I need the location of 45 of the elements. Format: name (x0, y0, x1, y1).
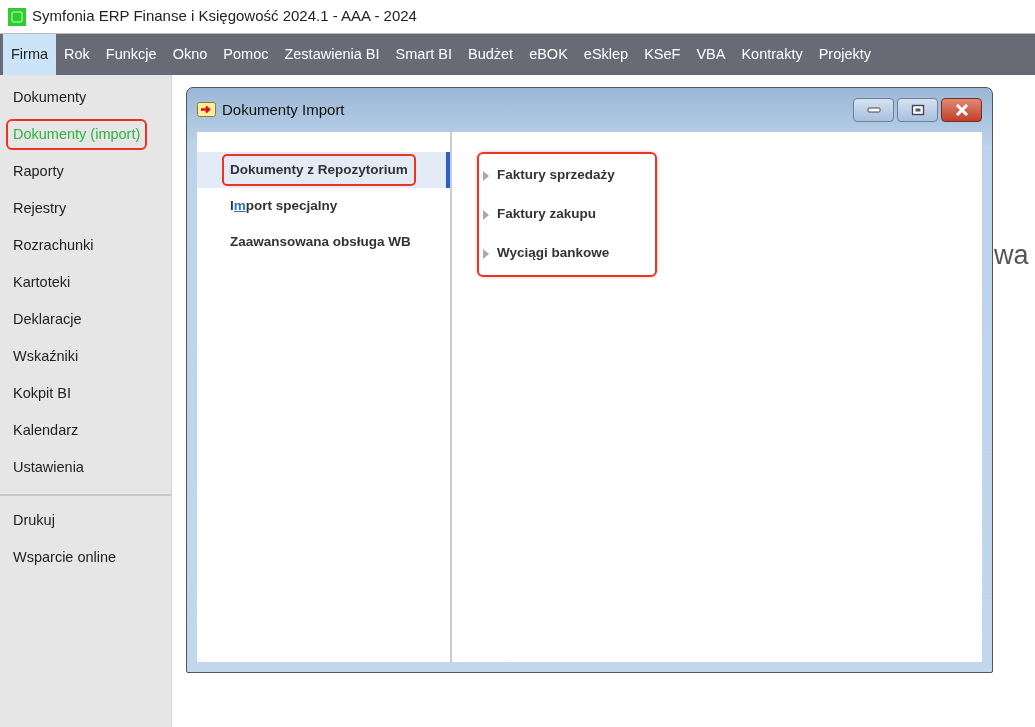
menu-item[interactable]: Projekty (810, 34, 880, 75)
sidebar-item[interactable]: Ustawienia (6, 451, 91, 484)
category-item[interactable]: Zaawansowana obsługa WB (222, 225, 419, 259)
category-item[interactable]: Import specjalny (222, 189, 346, 223)
menu-item[interactable]: KSeF (636, 34, 689, 75)
close-icon (953, 104, 970, 116)
import-icon (197, 101, 216, 119)
menu-item[interactable]: Firma (3, 34, 57, 75)
sidebar-item[interactable]: Kartoteki (6, 266, 78, 299)
menu-item[interactable]: VBA (688, 34, 734, 75)
option-link[interactable]: Faktury sprzedaży (497, 165, 615, 186)
sidebar-item[interactable]: Wskaźniki (6, 340, 86, 373)
background-text: wa (994, 239, 1029, 272)
menu-item[interactable]: eSklep (575, 34, 637, 75)
menu-item[interactable]: Okno (164, 34, 216, 75)
menu-item[interactable]: Kontrakty (733, 34, 811, 75)
window-title: Symfonia ERP Finanse i Księgowość 2024.1 - AAA - 2024 (32, 6, 417, 27)
sidebar-item[interactable]: Deklaracje (6, 303, 89, 336)
category-item[interactable]: Dokumenty z Repozytorium (222, 153, 416, 187)
dialog-title: Dokumenty Import (222, 99, 345, 120)
sidebar-item[interactable]: Drukuj (6, 504, 62, 537)
sidebar-item[interactable]: Rozrachunki (6, 229, 101, 262)
sidebar-item[interactable]: Wsparcie online (6, 541, 124, 574)
triangle-icon (483, 170, 489, 181)
menu-item[interactable]: Funkcje (97, 34, 165, 75)
menu-item[interactable]: Budżet (459, 34, 522, 75)
app-logo-icon (8, 7, 26, 26)
option-link[interactable]: Wyciągi bankowe (497, 243, 610, 264)
triangle-icon (483, 248, 489, 259)
sidebar-item[interactable]: Raporty (6, 155, 71, 188)
sidebar-item[interactable]: Kalendarz (6, 414, 86, 447)
option-link[interactable]: Faktury zakupu (497, 204, 597, 225)
menu-item[interactable]: Rok (56, 34, 98, 75)
minimize-icon (866, 107, 881, 113)
sidebar-item[interactable]: Rejestry (6, 192, 74, 225)
sidebar-item[interactable]: Dokumenty (6, 81, 94, 114)
menu-item[interactable]: Pomoc (215, 34, 277, 75)
menu-item[interactable]: Zestawienia BI (276, 34, 388, 75)
maximize-button[interactable] (897, 98, 938, 122)
sidebar-item[interactable]: Kokpit BI (6, 377, 79, 410)
menu-item[interactable]: Smart BI (387, 34, 460, 75)
triangle-icon (483, 209, 489, 220)
close-button[interactable] (941, 98, 982, 122)
menu-item[interactable]: eBOK (521, 34, 576, 75)
maximize-icon (910, 104, 925, 116)
